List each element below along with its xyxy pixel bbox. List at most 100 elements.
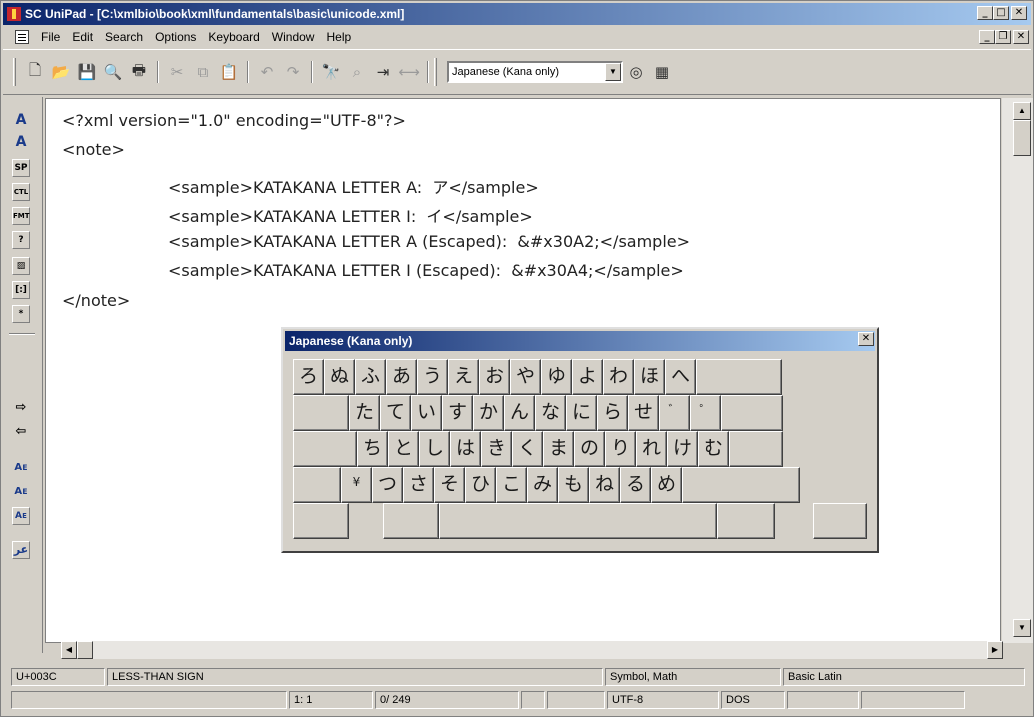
copy-icon[interactable]: ⧉	[192, 61, 214, 83]
menu-options[interactable]: Options	[149, 30, 202, 44]
find-binoculars-icon[interactable]: 🔭	[320, 61, 342, 83]
kana-key[interactable]: ら	[597, 395, 628, 431]
arrow-right-icon[interactable]: ⇨	[12, 399, 30, 417]
hatch-icon[interactable]: ▨	[12, 257, 30, 275]
find-next-icon[interactable]: ⌕	[346, 61, 368, 83]
keyboard-close-icon[interactable]: ✕	[858, 332, 874, 346]
new-file-icon[interactable]: 🗋	[24, 61, 46, 83]
show-format-button[interactable]: FMT	[12, 207, 30, 225]
kana-key[interactable]: し	[419, 431, 450, 467]
save-icon[interactable]: 💾	[76, 61, 98, 83]
arabic-direction-icon[interactable]: عر	[12, 541, 30, 559]
kana-key[interactable]: ゛	[659, 395, 690, 431]
kana-key[interactable]: へ	[665, 359, 696, 395]
kana-key[interactable]: ろ	[293, 359, 324, 395]
cut-icon[interactable]: ✂	[166, 61, 188, 83]
kana-key[interactable]: こ	[496, 467, 527, 503]
kana-key[interactable]: み	[527, 467, 558, 503]
keyboard-title[interactable]: Japanese (Kana only)	[285, 331, 875, 351]
kana-key[interactable]: ゜	[690, 395, 721, 431]
asterisk-icon[interactable]: *	[12, 305, 30, 323]
arrow-left-icon[interactable]: ⇦	[12, 423, 30, 441]
kana-key[interactable]: は	[450, 431, 481, 467]
kana-key[interactable]: そ	[434, 467, 465, 503]
ctrl-key[interactable]	[293, 503, 349, 539]
kana-key[interactable]: く	[512, 431, 543, 467]
kana-key[interactable]: あ	[386, 359, 417, 395]
font-a-underline-icon[interactable]: A	[12, 133, 30, 151]
minimize-button[interactable]: _	[977, 6, 993, 20]
close-button[interactable]: ✕	[1011, 6, 1027, 20]
kana-key[interactable]: う	[417, 359, 448, 395]
kana-key[interactable]: ま	[543, 431, 574, 467]
scroll-left-icon[interactable]: ◀	[61, 641, 77, 659]
kana-key[interactable]: な	[535, 395, 566, 431]
kana-key[interactable]: ぬ	[324, 359, 355, 395]
keyboard-toggle-icon[interactable]: ◎	[625, 61, 647, 83]
show-spaces-button[interactable]: SP	[12, 159, 30, 177]
case-upper-icon[interactable]: Aᴇ	[12, 459, 30, 477]
kana-key[interactable]: よ	[572, 359, 603, 395]
kana-key[interactable]: も	[558, 467, 589, 503]
kana-key[interactable]: め	[651, 467, 682, 503]
chevron-down-icon[interactable]: ▼	[605, 63, 621, 81]
keyboard-layout-select[interactable]: Japanese (Kana only) ▼	[447, 61, 623, 83]
kana-key[interactable]: ふ	[355, 359, 386, 395]
kana-key[interactable]: か	[473, 395, 504, 431]
kana-key[interactable]: す	[442, 395, 473, 431]
backspace-key[interactable]	[696, 359, 782, 395]
kana-key[interactable]: の	[574, 431, 605, 467]
menu-search[interactable]: Search	[99, 30, 149, 44]
kana-key[interactable]: ん	[504, 395, 535, 431]
kana-key[interactable]: と	[388, 431, 419, 467]
scroll-down-icon[interactable]: ▼	[1013, 619, 1031, 637]
kana-key[interactable]: え	[448, 359, 479, 395]
kana-key[interactable]: ゆ	[541, 359, 572, 395]
left-shift-key[interactable]	[293, 467, 341, 503]
title-bar[interactable]: SC UniPad - [C:\xmlbio\book\xml\fundamen…	[3, 3, 1031, 25]
kana-key[interactable]: つ	[372, 467, 403, 503]
brackets-icon[interactable]: [:]	[12, 281, 30, 299]
toolbar-grip[interactable]	[13, 58, 16, 86]
case-toggle-icon[interactable]: Aᴇ	[12, 507, 30, 525]
right-shift-key[interactable]	[682, 467, 800, 503]
hscroll-thumb[interactable]	[77, 641, 93, 659]
kana-key[interactable]: れ	[636, 431, 667, 467]
menu-edit[interactable]: Edit	[66, 30, 99, 44]
kana-key[interactable]: け	[667, 431, 698, 467]
kana-key[interactable]: ¥	[341, 467, 372, 503]
tab-key[interactable]	[293, 395, 349, 431]
maximize-button[interactable]: □	[993, 6, 1009, 20]
enter-key[interactable]	[721, 395, 783, 431]
kana-key[interactable]: さ	[403, 467, 434, 503]
open-folder-icon[interactable]: 📂	[50, 61, 72, 83]
kana-key[interactable]: や	[510, 359, 541, 395]
print-preview-icon[interactable]: 🔍	[102, 61, 124, 83]
enter-key-lower[interactable]	[729, 431, 783, 467]
kana-key[interactable]: む	[698, 431, 729, 467]
kana-key[interactable]: る	[620, 467, 651, 503]
case-lower-icon[interactable]: Aᴇ	[12, 483, 30, 501]
kana-key[interactable]: り	[605, 431, 636, 467]
doc-close-button[interactable]: ✕	[1013, 30, 1029, 44]
undo-icon[interactable]: ↶	[256, 61, 278, 83]
horizontal-scrollbar[interactable]: ◀	[61, 641, 1001, 659]
show-unknown-button[interactable]: ?	[12, 231, 30, 249]
vertical-scrollbar[interactable]: ▲ ▼	[1002, 98, 1033, 643]
kana-key[interactable]: に	[566, 395, 597, 431]
kana-key[interactable]: ね	[589, 467, 620, 503]
doc-minimize-button[interactable]: _	[979, 30, 995, 44]
kana-key[interactable]: い	[411, 395, 442, 431]
goto-line-icon[interactable]: ⇥	[372, 61, 394, 83]
toolbar-grip[interactable]	[434, 58, 437, 86]
scroll-right-icon[interactable]: ▶	[987, 641, 1003, 659]
alt-gr-key[interactable]	[717, 503, 775, 539]
scroll-thumb[interactable]	[1013, 120, 1031, 156]
menu-help[interactable]: Help	[320, 30, 357, 44]
kana-key[interactable]: ち	[357, 431, 388, 467]
kana-key[interactable]: お	[479, 359, 510, 395]
menu-window[interactable]: Window	[266, 30, 321, 44]
kana-key[interactable]: ひ	[465, 467, 496, 503]
kana-key[interactable]: わ	[603, 359, 634, 395]
space-key[interactable]	[439, 503, 717, 539]
